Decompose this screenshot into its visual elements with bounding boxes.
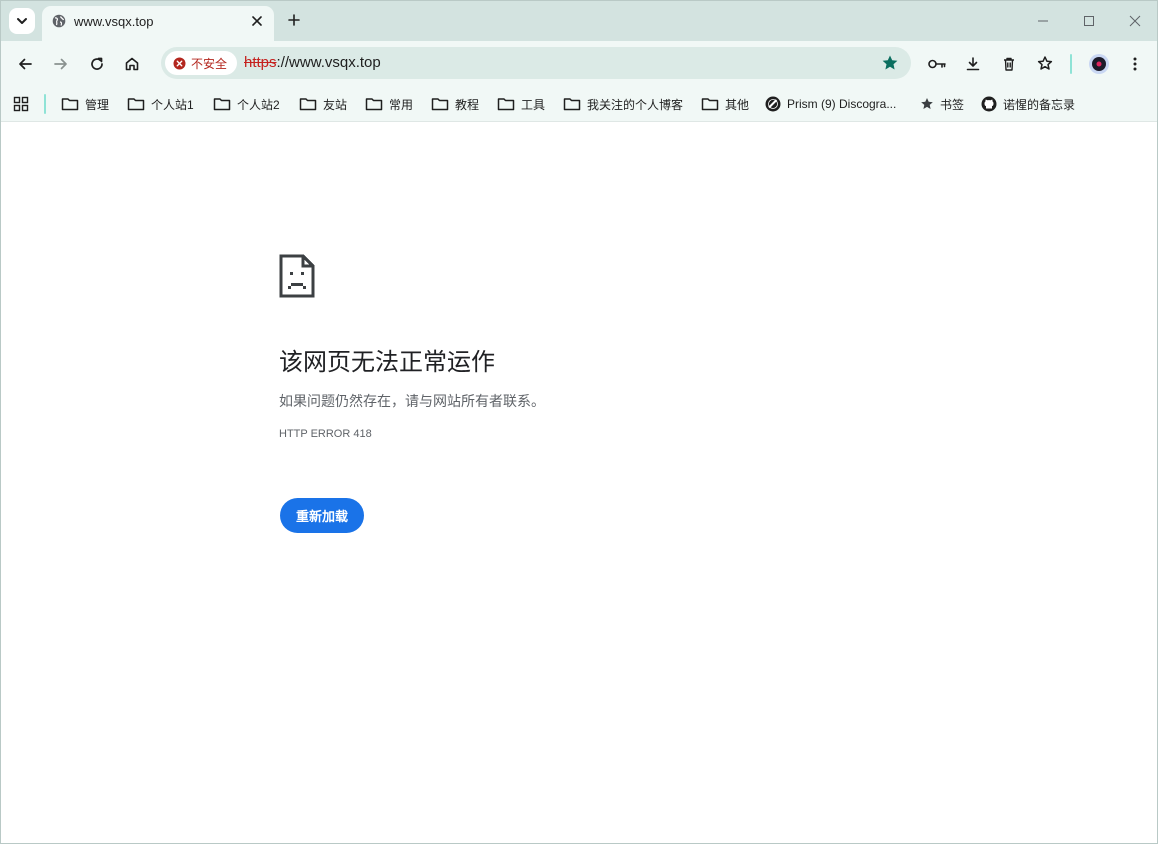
bookmarks-bar: 管理 个人站1 个人站2 友站 常用 教程 工具 我关注的个人博客 其他 Pri… bbox=[1, 87, 1157, 122]
folder-icon bbox=[701, 98, 719, 111]
bookmark-label: 其他 bbox=[725, 97, 750, 112]
bookmark-label: 个人站2 bbox=[237, 97, 280, 112]
folder-icon bbox=[365, 98, 383, 111]
bookmarks-divider bbox=[44, 94, 46, 114]
forward-button[interactable] bbox=[49, 52, 73, 76]
bookmark-folder[interactable]: 教程 bbox=[431, 94, 479, 114]
github-icon bbox=[981, 96, 997, 112]
trash-icon bbox=[1004, 57, 1014, 71]
folder-icon bbox=[127, 98, 145, 111]
address-bar[interactable]: 不安全 https://www.vsqx.top bbox=[161, 47, 911, 79]
download-icon bbox=[966, 57, 980, 71]
globe-icon bbox=[52, 14, 66, 28]
bookmark-label: 我关注的个人博客 bbox=[587, 97, 684, 112]
bookmark-link[interactable]: 诺惺的备忘录 bbox=[981, 94, 1075, 114]
menu-button[interactable] bbox=[1123, 52, 1147, 76]
bookmark-folder[interactable]: 友站 bbox=[299, 94, 347, 114]
home-icon bbox=[125, 57, 139, 71]
bookmark-folder[interactable]: 其他 bbox=[701, 94, 749, 114]
error-title: 该网页无法正常运作 bbox=[279, 349, 495, 376]
tab-strip: www.vsqx.top bbox=[1, 1, 1157, 41]
folder-icon bbox=[563, 98, 581, 111]
bookmark-folder[interactable]: 个人站2 bbox=[213, 94, 280, 114]
avatar bbox=[1089, 54, 1109, 74]
bookmark-label: 友站 bbox=[323, 97, 348, 112]
discogs-icon bbox=[765, 96, 781, 112]
apps-grid-icon bbox=[13, 96, 29, 112]
refresh-icon bbox=[91, 57, 103, 70]
error-description: 如果问题仍然存在，请与网站所有者联系。 bbox=[279, 393, 545, 409]
tab-search-button[interactable] bbox=[9, 8, 35, 34]
minimize-icon bbox=[1038, 20, 1048, 22]
toolbar-divider bbox=[1070, 54, 1072, 74]
folder-icon bbox=[61, 98, 79, 111]
bookmark-link[interactable]: 书签 bbox=[920, 94, 964, 114]
close-window-button[interactable] bbox=[1124, 10, 1146, 32]
warning-icon bbox=[173, 57, 186, 69]
home-button[interactable] bbox=[120, 52, 144, 76]
url-text[interactable]: https://www.vsqx.top bbox=[244, 54, 381, 71]
more-vert-icon bbox=[1133, 57, 1137, 71]
bookmark-folder[interactable]: 工具 bbox=[497, 94, 545, 114]
bookmark-star-icon[interactable] bbox=[881, 54, 899, 72]
bookmark-label: 工具 bbox=[521, 97, 546, 112]
star-list-icon bbox=[1037, 56, 1053, 70]
folder-icon bbox=[299, 98, 317, 111]
close-icon bbox=[252, 16, 262, 26]
folder-icon bbox=[213, 98, 231, 111]
bookmark-folder[interactable]: 管理 bbox=[61, 94, 109, 114]
bookmark-label: 教程 bbox=[455, 97, 480, 112]
bookmark-label: 常用 bbox=[389, 97, 414, 112]
url-host: ://www.vsqx.top bbox=[276, 54, 381, 71]
close-icon bbox=[1129, 15, 1141, 27]
key-icon bbox=[928, 59, 946, 69]
profile-button[interactable] bbox=[1087, 52, 1111, 76]
bookmark-folder[interactable]: 个人站1 bbox=[127, 94, 194, 114]
maximize-icon bbox=[1084, 16, 1094, 26]
apps-button[interactable] bbox=[13, 94, 29, 114]
folder-icon bbox=[497, 98, 515, 111]
minimize-button[interactable] bbox=[1032, 10, 1054, 32]
arrow-left-icon bbox=[19, 58, 32, 70]
bookmark-folder[interactable]: 常用 bbox=[365, 94, 413, 114]
folder-icon bbox=[431, 98, 449, 111]
bookmark-label: 个人站1 bbox=[151, 97, 194, 112]
url-scheme: https bbox=[244, 54, 277, 71]
security-chip[interactable]: 不安全 bbox=[165, 51, 238, 75]
tab-close-button[interactable] bbox=[248, 12, 266, 30]
bookmark-label: Prism (9) Discogra... bbox=[787, 97, 897, 111]
bookmark-folder[interactable]: 我关注的个人博客 bbox=[563, 94, 683, 114]
bookmarks-panel-button[interactable] bbox=[1033, 52, 1057, 76]
back-button[interactable] bbox=[13, 52, 37, 76]
maximize-button[interactable] bbox=[1078, 10, 1100, 32]
reload-button[interactable]: 重新加载 bbox=[280, 498, 364, 533]
error-code: HTTP ERROR 418 bbox=[279, 428, 372, 440]
passwords-button[interactable] bbox=[925, 52, 949, 76]
bookmark-label: 书签 bbox=[940, 97, 965, 112]
plus-icon bbox=[288, 14, 300, 26]
bookmark-label: 诺惺的备忘录 bbox=[1003, 97, 1076, 112]
browser-window: www.vsqx.top 不安全 https://www.vsqx.top 管理… bbox=[0, 0, 1158, 844]
security-label: 不安全 bbox=[191, 56, 228, 71]
toolbar: 不安全 https://www.vsqx.top bbox=[1, 41, 1157, 87]
star-icon bbox=[921, 98, 933, 109]
page-content: 该网页无法正常运作 如果问题仍然存在，请与网站所有者联系。 HTTP ERROR… bbox=[1, 122, 1157, 843]
downloads-button[interactable] bbox=[961, 52, 985, 76]
bookmark-link[interactable]: Prism (9) Discogra... bbox=[765, 94, 896, 114]
tab-active[interactable]: www.vsqx.top bbox=[42, 6, 274, 41]
tab-title: www.vsqx.top bbox=[74, 14, 154, 29]
reload-toolbar-button[interactable] bbox=[85, 52, 109, 76]
sad-page-icon bbox=[279, 254, 315, 298]
bookmark-label: 管理 bbox=[85, 97, 110, 112]
new-tab-button[interactable] bbox=[284, 10, 304, 30]
chevron-down-icon bbox=[17, 18, 27, 24]
arrow-right-icon bbox=[54, 58, 67, 70]
delete-button[interactable] bbox=[997, 52, 1021, 76]
